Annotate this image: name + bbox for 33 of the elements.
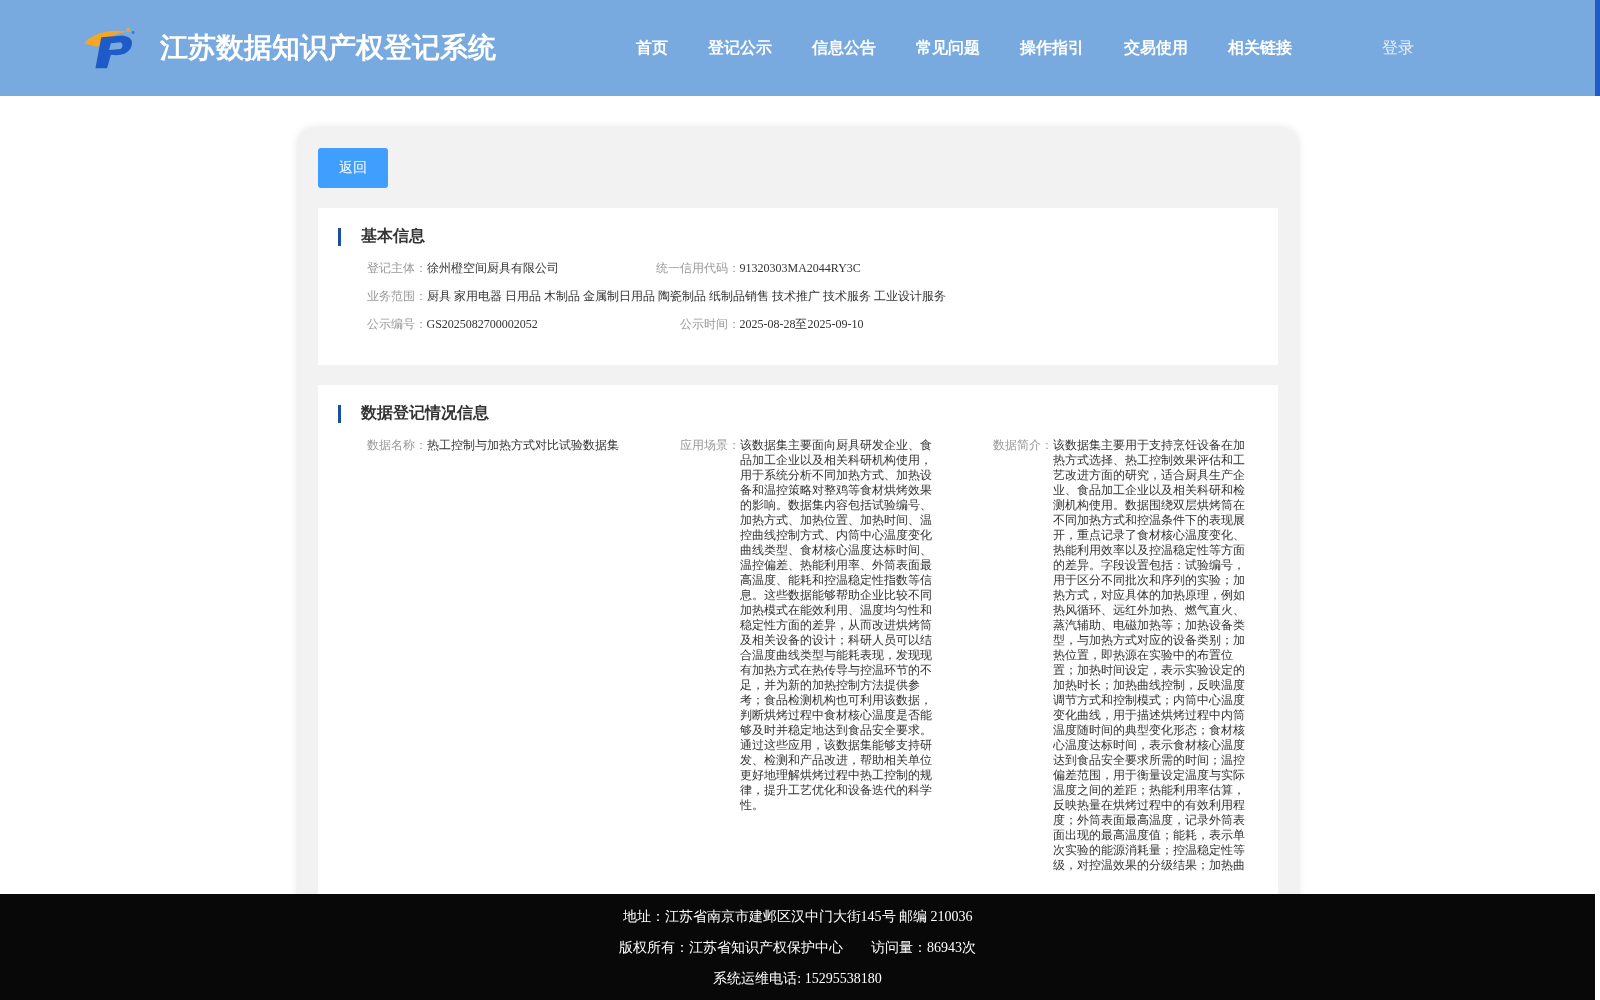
nav-link[interactable]: 首页 [636, 37, 668, 59]
section-title: 基本信息 [360, 226, 425, 246]
field-label: 业务范围： [365, 289, 427, 304]
nav-link[interactable]: 相关链接 [1228, 37, 1292, 59]
nav-link[interactable]: 信息公告 [812, 37, 876, 59]
footer-text: 系统运维电话: 15295538180 [713, 969, 882, 987]
field-label: 数据简介： [991, 438, 1053, 454]
field-value: 厨具 家用电器 日用品 木制品 金属制日用品 陶瓷制品 纸制品销售 技术推广 技术服务 工业设计服务 [426, 289, 946, 304]
site-title: 江苏数据知识产权登记系统 [160, 31, 496, 65]
nav-link[interactable]: 操作指引 [1020, 37, 1084, 59]
field-label: 统一信用代码： [654, 261, 740, 276]
field-label: 数据名称： [365, 438, 427, 454]
field-value: GS2025082700002052 [426, 317, 539, 332]
field-value: 该数据集主要用于支持烹饪设备在加热方式选择、热工控制效果评估和工艺改进方面的研究，适合厨具生产企业、食品加工企业以及相关科研和检测机构使用。数据围绕双层烘烤筒在不同加热方式和控温条件下的表现展开，重点记录了食材核心温度变化、热能利用效率以及控温稳定性等方面的差异。字段设置包括：试验编号，用于区分不同批次和序列的实验；加热方式，对应具体的加热原理，例如热风循环、远红外加热、燃气直火、蒸汽辅助、电磁加热等；加热设备类型，与加热方式对应的设备类别；加热位置，即热源在实验中的布置位置；加热时间设定，表示实验设定的加热时长；加热曲线控制，反映温度调节方式和控制模式；内筒中心温度变化曲线，用于描述烘烤过程中内筒温度随时间的典型变化形态；食材核心温度达标时间，表示食材核心温度达到食品安全要求所需的时间；温控偏差范围，用于衡量设定温度与实际温度之间的差距；热能利用率估算，反映热量在烘烤过程中的有效利用程度；外筒表面最高温度，记录外筒表面出现的最高温度值；能耗，表示单次实验的能源消耗量；控温稳定性等级，对控温效果的分级结果；加热曲 [1052, 438, 1246, 873]
footer-text: 版权所有：江苏省知识产权保护中心 访问量：86943次 [619, 938, 976, 956]
field-label: 登记主体： [365, 261, 427, 276]
login-link[interactable]: 登录 [1382, 37, 1414, 59]
section-title: 数据登记情况信息 [360, 403, 489, 423]
field-label: 公示编号： [365, 317, 427, 332]
nav-link[interactable]: 登记公示 [708, 37, 772, 59]
title-bar-icon [337, 227, 341, 246]
field-value: 徐州橙空间厨具有限公司 [426, 261, 560, 276]
field-value: 91320303MA2044RY3C [739, 261, 862, 276]
field-value: 该数据集主要面向厨具研发企业、食品加工企业以及相关科研机构使用，用于系统分析不同加热方式、加热设备和温控策略对整鸡等食材烘烤效果的影响。数据集内容包括试验编号、加热方式、加热位置、加热时间、温控曲线控制方式、内筒中心温度变化曲线类型、食材核心温度达标时间、温控偏差、热能利用率、外筒表面最高温度、能耗和控温稳定性指数等信息。这些数据能够帮助企业比较不同加热模式在能效利用、温度均匀性和稳定性方面的差异，从而改进烘烤筒及相关设备的设计；科研人员可以结合温度曲线类型与能耗表现，发现现有加热方式在热传导与控温环节的不足，并为新的加热控制方法提供参考；食品检测机构也可利用该数据，判断烘烤过程中食材核心温度是否能够及时并稳定地达到食品安全要求。通过这些应用，该数据集能够支持研发、检测和产品改进，帮助相关单位更好地理解烘烤过程中热工控制的规律，提升工艺优化和设备迭代的科学性。 [739, 438, 933, 814]
footer-text: 地址：江苏省南京市建邺区汉中门大街145号 邮编 210036 [622, 907, 973, 925]
field-label: 公示时间： [678, 317, 740, 332]
nav-link[interactable]: 交易使用 [1124, 37, 1188, 59]
nav-link[interactable]: 常见问题 [916, 37, 980, 59]
field-label: 应用场景： [678, 438, 740, 454]
title-bar-icon [337, 404, 341, 423]
field-value: 热工控制与加热方式对比试验数据集 [426, 438, 620, 454]
back-button[interactable]: 返回 [317, 148, 388, 188]
field-value: 2025-08-28至2025-09-10 [739, 317, 865, 332]
